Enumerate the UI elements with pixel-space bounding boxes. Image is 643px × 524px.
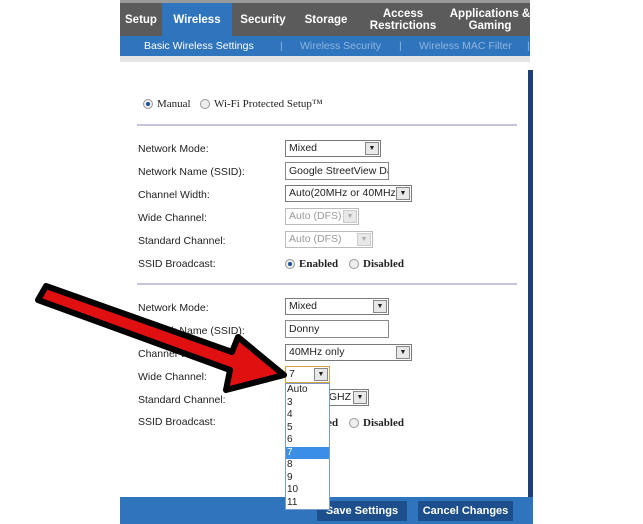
red-arrow-annotation <box>35 283 287 393</box>
